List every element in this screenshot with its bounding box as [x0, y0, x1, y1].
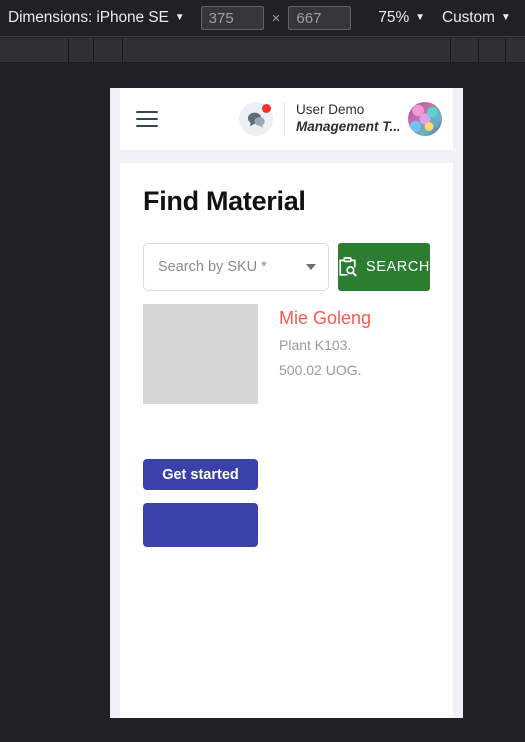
hamburger-bar [136, 118, 158, 120]
hamburger-icon[interactable] [136, 111, 158, 127]
avatar[interactable] [408, 102, 442, 136]
material-name: Mie Goleng [279, 308, 372, 328]
header-divider [284, 102, 285, 136]
page-title: Find Material [143, 186, 306, 216]
ruler-tick [478, 38, 479, 63]
chat-bubble-icon[interactable] [239, 102, 273, 136]
search-button[interactable]: SEARCH [337, 243, 430, 291]
material-plant: Plant K103. [279, 337, 352, 354]
device-selector[interactable]: Dimensions: iPhone SE ▼ [8, 9, 185, 27]
search-button-label: SEARCH [365, 259, 430, 275]
chevron-down-icon: ▼ [415, 12, 426, 23]
devtools-device-toolbar: Dimensions: iPhone SE ▼ × 75% ▼ Custom ▼ [0, 0, 525, 37]
material-quantity: 500.02 UOG. [279, 361, 362, 378]
search-bar: Search by SKU * SEARCH [143, 243, 430, 291]
ruler-tick [505, 38, 506, 63]
material-details: Mie Goleng Plant K103. 500.02 UOG. [279, 304, 371, 404]
ruler-tick [93, 38, 94, 63]
search-select-value: Search by SKU * [158, 259, 267, 275]
chevron-down-icon: ▼ [174, 12, 185, 23]
user-info[interactable]: User Demo Management T... [296, 102, 399, 136]
secondary-action-button[interactable] [143, 503, 258, 547]
ruler-tick [68, 38, 69, 63]
zoom-level-label: 75% [378, 9, 410, 26]
hamburger-bar [136, 125, 158, 127]
get-started-button[interactable]: Get started [143, 459, 258, 490]
ruler-tick [122, 38, 123, 63]
device-selector-label: Dimensions: iPhone SE [8, 9, 169, 26]
page-content: Find Material Search by SKU * SEARCH Mie… [120, 163, 453, 718]
header-actions: User Demo Management T... [239, 102, 442, 136]
search-input[interactable]: Search by SKU * [143, 243, 329, 291]
chat-bubble-glyph [247, 112, 265, 128]
user-name: User Demo [296, 102, 365, 118]
zoom-selector[interactable]: 75% ▼ [378, 9, 425, 27]
device-viewport: User Demo Management T... Find Material … [120, 88, 453, 718]
app-header: User Demo Management T... [120, 88, 453, 150]
viewport-height-input[interactable] [288, 6, 352, 30]
ruler-tick [450, 38, 451, 63]
clipboard-search-icon [339, 257, 357, 277]
dimension-separator: × [271, 9, 281, 27]
user-role: Management T... [296, 119, 399, 134]
viewport-ruler [0, 38, 525, 63]
chevron-down-icon: ▼ [500, 12, 511, 23]
viewport-width-input[interactable] [200, 6, 264, 30]
header-spacer [120, 150, 453, 163]
device-frame: User Demo Management T... Find Material … [110, 88, 463, 718]
chevron-down-icon [305, 264, 316, 270]
throttling-selector[interactable]: Custom ▼ [442, 9, 511, 27]
hamburger-bar [136, 111, 158, 113]
notification-badge-dot [262, 104, 271, 113]
list-item[interactable]: Mie Goleng Plant K103. 500.02 UOG. [143, 304, 430, 404]
throttling-label: Custom [442, 9, 495, 26]
material-thumbnail [143, 304, 258, 404]
